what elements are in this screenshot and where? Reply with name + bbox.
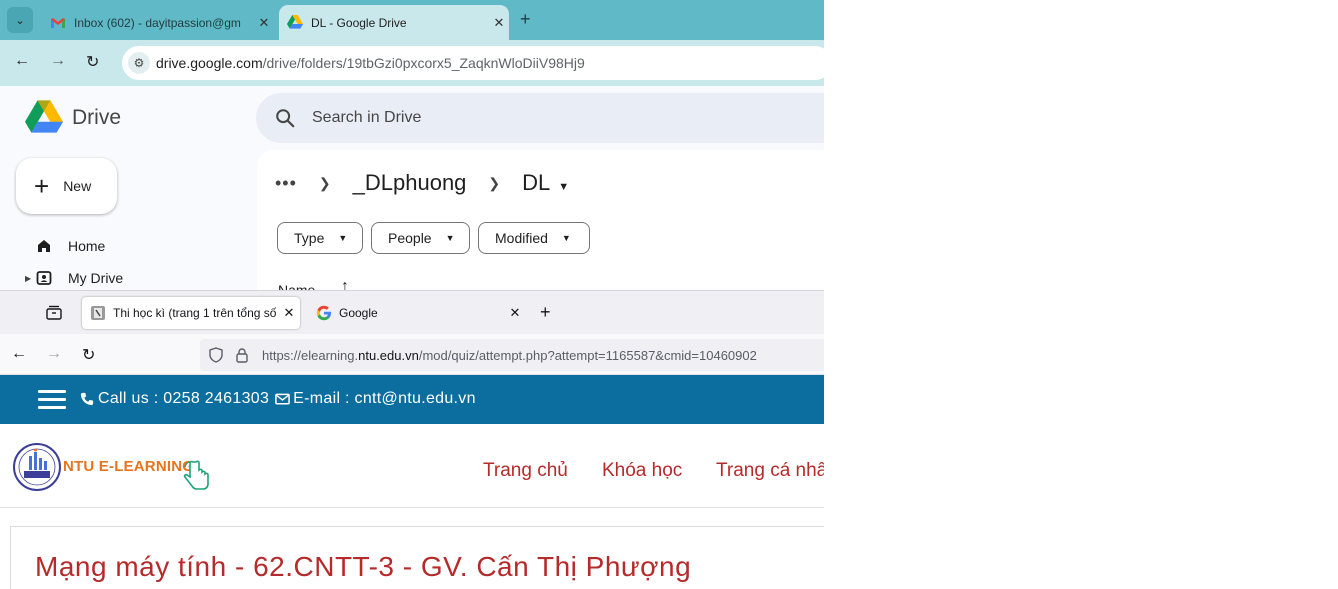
chevron-right-icon: ❯ [318,174,331,191]
contact-info: Call us : 0258 2461303 E-mail : cntt@ntu… [80,390,476,408]
search-icon[interactable] [274,107,296,129]
site-info-icon[interactable]: ⚙ [128,52,150,74]
filter-label: Modified [495,230,548,246]
google-drive-logo-icon[interactable] [25,100,63,134]
plus-icon: + [34,171,50,201]
firefox-toolbar: ← → ↻ https://elearning.ntu.edu.vn/mod/q… [0,334,824,375]
dropdown-arrow-icon: ▼ [558,181,570,193]
tab-title: Thi học kì (trang 1 trên tổng số [113,306,277,320]
breadcrumb-current-folder[interactable]: DL ▼ [522,170,569,196]
firefox-view-icon[interactable] [45,304,63,322]
phone-icon [80,392,94,406]
chrome-tab-strip: ⌄ Inbox (602) - dayitpassion@gm ✕ DL - G… [0,0,824,40]
new-button[interactable]: + New [16,158,117,214]
filter-type[interactable]: Type ▼ [277,222,363,254]
address-bar[interactable]: ⚙ drive.google.com/drive/folders/19tbGzi… [122,46,824,80]
screen: ⌄ Inbox (602) - dayitpassion@gm ✕ DL - G… [0,0,1338,589]
filter-label: Type [294,230,325,246]
firefox-tab-strip: Thi học kì (trang 1 trên tổng số ✕ Googl… [0,290,824,334]
chrome-toolbar: ← → ↻ ⚙ drive.google.com/drive/folders/1… [0,40,824,86]
sort-arrow-up-icon[interactable]: ↑ [341,278,349,290]
gmail-icon [50,15,66,31]
tab-google-drive[interactable]: DL - Google Drive ✕ [279,5,509,40]
nav-khoa-hoc[interactable]: Khóa học [602,460,682,482]
tracking-shield-icon[interactable] [208,347,224,363]
url-path: /drive/folders/19tbGzi0pxcorx5_ZaqknWloD… [262,55,585,71]
search-placeholder: Search in Drive [312,109,422,126]
url-domain: ntu.edu.vn [358,347,419,363]
course-header-card: Mạng máy tính - 62.CNTT-3 - GV. Cấn Thị … [10,526,824,589]
nav-trang-chu[interactable]: Trang chủ [483,460,568,482]
search-bar[interactable]: Search in Drive [256,93,824,143]
breadcrumb: ••• ❯ _DLphuong ❯ DL ▼ [275,170,569,196]
new-button-label: New [63,178,92,194]
tab-title: Google [339,306,378,320]
reload-icon[interactable]: ↻ [82,345,95,365]
back-arrow-icon[interactable]: ← [11,345,27,363]
sidebar-item-my-drive[interactable]: ▶ My Drive [0,263,240,290]
contact-email[interactable]: E-mail : cntt@ntu.edu.vn [293,390,476,408]
close-tab-icon[interactable]: ✕ [278,305,300,321]
new-tab-button[interactable]: + [540,302,551,323]
ntu-elearning-brand[interactable]: NTU E-LEARNING [63,458,194,475]
envelope-icon [275,392,290,406]
forward-arrow-icon[interactable]: → [50,52,66,70]
course-title: Mạng máy tính - 62.CNTT-3 - GV. Cấn Thị … [35,551,692,582]
dropdown-arrow-icon: ▼ [338,233,348,243]
app-name: Drive [72,106,122,129]
ntu-university-logo-icon[interactable] [12,442,62,492]
sidebar-item-label: My Drive [68,270,124,286]
breadcrumb-more-button[interactable]: ••• [275,173,297,194]
dropdown-arrow-icon: ▼ [445,233,455,243]
dropdown-arrow-icon: ▼ [561,233,571,243]
expand-caret-icon[interactable]: ▶ [25,274,31,283]
tab-title: DL - Google Drive [311,15,407,30]
breadcrumb-parent[interactable]: _DLphuong [353,170,467,196]
sidebar-item-label: Home [68,238,106,254]
home-icon [36,238,52,254]
reload-icon[interactable]: ↻ [86,52,99,72]
google-drive-icon [287,14,303,31]
close-tab-icon[interactable]: ✕ [489,15,509,31]
tab-google[interactable]: Google ✕ [308,297,526,329]
my-drive-icon [36,270,52,286]
sidebar-item-home[interactable]: Home [0,231,240,261]
hamburger-menu-icon[interactable] [38,390,66,410]
pointing-hand-icon [182,460,212,492]
url-host: drive.google.com [156,55,263,71]
nav-trang-ca-nhan[interactable]: Trang cá nhân [716,460,824,482]
filter-label: People [388,230,432,246]
ntu-contact-bar: Call us : 0258 2461303 E-mail : cntt@ntu… [0,375,824,424]
lock-icon[interactable] [234,347,250,363]
chevron-right-icon: ❯ [488,174,501,191]
chevron-down-icon: ⌄ [15,14,25,27]
filter-modified[interactable]: Modified ▼ [478,222,590,254]
tab-quiz-attempt[interactable]: Thi học kì (trang 1 trên tổng số ✕ [82,297,300,329]
new-tab-button[interactable]: + [520,9,531,30]
close-tab-icon[interactable]: ✕ [504,305,526,321]
google-g-icon [316,305,332,321]
close-tab-icon[interactable]: ✕ [254,15,274,31]
ntu-site-header: NTU E-LEARNING Trang chủ Khóa học Trang … [0,424,824,508]
forward-arrow-icon[interactable]: → [46,345,62,363]
moodle-quiz-icon [90,305,106,321]
drive-app: Drive Search in Drive + New Home ▶ My Dr… [0,86,824,290]
filter-people[interactable]: People ▼ [371,222,470,254]
contact-phone: Call us : 0258 2461303 [98,390,270,407]
back-arrow-icon[interactable]: ← [14,52,30,70]
tab-gmail[interactable]: Inbox (602) - dayitpassion@gm ✕ [42,5,274,40]
column-header-name[interactable]: Name [278,282,315,290]
url-rest: /mod/quiz/attempt.php?attempt=1165587&cm… [418,347,757,363]
tab-title: Inbox (602) - dayitpassion@gm [74,15,241,30]
url-text: https://elearning.ntu.edu.vn/mod/quiz/at… [262,348,757,363]
breadcrumb-current-label: DL [522,170,551,195]
address-bar[interactable]: https://elearning.ntu.edu.vn/mod/quiz/at… [200,339,824,371]
chrome-window: ⌄ Inbox (602) - dayitpassion@gm ✕ DL - G… [0,0,824,290]
tab-search-button[interactable]: ⌄ [7,7,33,33]
file-browser: ••• ❯ _DLphuong ❯ DL ▼ Type ▼ People ▼ Modi… [257,150,824,290]
url-prefix: https://elearning. [262,347,359,363]
firefox-window: Thi học kì (trang 1 trên tổng số ✕ Googl… [0,290,824,589]
